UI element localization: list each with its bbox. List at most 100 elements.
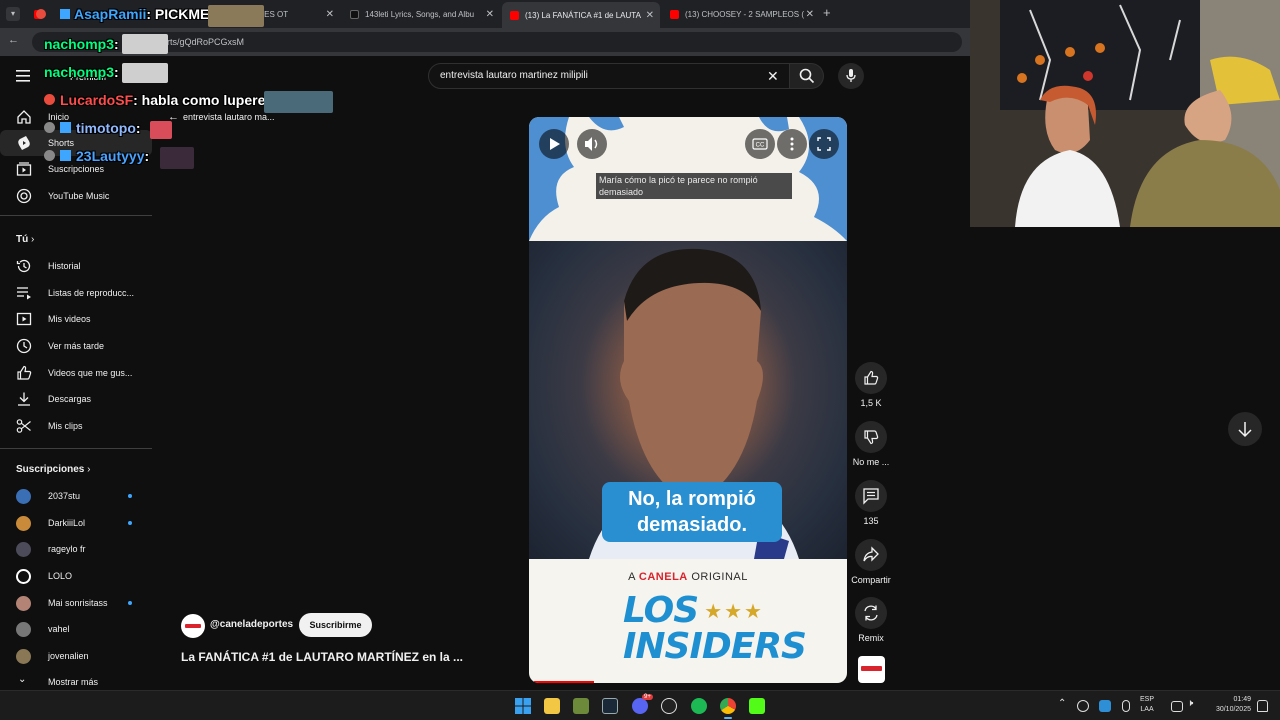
close-tab-icon[interactable]: ✕ bbox=[806, 9, 814, 20]
security-icon[interactable] bbox=[1099, 700, 1111, 712]
windows-taskbar: 9+ ⌃ ESP LAA 🕨 01:49 30/10/2025 bbox=[0, 690, 1280, 720]
watch-later-icon bbox=[16, 338, 32, 354]
like-button[interactable] bbox=[855, 362, 887, 394]
chat-message: timotopo: bbox=[76, 120, 141, 136]
back-to-search-link[interactable]: ← entrevista lautaro ma... bbox=[168, 111, 275, 123]
chat-emote bbox=[122, 34, 168, 54]
more-options-button[interactable] bbox=[777, 129, 807, 159]
sidebar-subscription[interactable]: vahel bbox=[0, 616, 152, 642]
fullscreen-button[interactable] bbox=[809, 129, 839, 159]
clock[interactable]: 01:49 30/10/2025 bbox=[1205, 695, 1251, 715]
sidebar-item-liked-videos[interactable]: Videos que me gus... bbox=[0, 360, 152, 386]
network-icon[interactable] bbox=[1171, 701, 1183, 712]
comments-button[interactable] bbox=[855, 480, 887, 512]
webcam-scene bbox=[970, 0, 1280, 227]
clear-search-icon[interactable]: ✕ bbox=[767, 68, 779, 85]
remix-button[interactable] bbox=[855, 597, 887, 629]
video-subtitle: María cómo la picó te parece no rompió d… bbox=[596, 173, 792, 199]
new-content-dot bbox=[128, 601, 132, 605]
notifications-icon[interactable] bbox=[1257, 700, 1268, 712]
notification-badge: 9+ bbox=[642, 694, 653, 700]
youtube-favicon-icon bbox=[510, 10, 519, 20]
sidebar-item-descargas[interactable]: Descargas bbox=[0, 386, 152, 412]
windows-start-icon[interactable] bbox=[515, 698, 531, 714]
next-short-button[interactable] bbox=[1228, 412, 1262, 446]
sidebar-item-mis-videos[interactable]: Mis videos bbox=[0, 306, 152, 332]
avatar bbox=[16, 595, 31, 611]
sidebar-subscription[interactable]: rageylo fr bbox=[0, 536, 152, 562]
chat-badge-icon bbox=[44, 150, 55, 161]
video-main-caption: No, la rompió demasiado. bbox=[602, 482, 782, 542]
steam-icon[interactable] bbox=[602, 698, 618, 714]
sidebar-divider bbox=[0, 448, 152, 449]
search-button[interactable] bbox=[790, 63, 824, 89]
sidebar-item-mis-clips[interactable]: Mis clips bbox=[0, 413, 152, 439]
sidebar-item-playlists[interactable]: Listas de reproducc... bbox=[0, 280, 152, 306]
volume-button[interactable] bbox=[577, 129, 607, 159]
shorts-video-player[interactable]: CC María cómo la picó te parece no rompi… bbox=[529, 117, 847, 683]
avatar bbox=[16, 515, 31, 531]
file-explorer-icon[interactable] bbox=[544, 698, 560, 714]
chevron-right-icon: › bbox=[31, 234, 35, 245]
chat-badge-icon bbox=[60, 9, 70, 19]
sync-icon[interactable] bbox=[1077, 700, 1089, 712]
close-tab-icon[interactable]: ✕ bbox=[326, 9, 334, 20]
obs-icon[interactable] bbox=[661, 698, 677, 714]
subscribe-button[interactable]: Suscribirme bbox=[299, 613, 372, 637]
microphone-tray-icon[interactable] bbox=[1122, 700, 1130, 712]
sidebar-subscription[interactable]: DarkiiiLol bbox=[0, 510, 152, 536]
dislike-button[interactable] bbox=[855, 421, 887, 453]
kick-icon[interactable] bbox=[749, 698, 765, 714]
thumbs-down-icon bbox=[864, 430, 879, 445]
spotify-icon[interactable] bbox=[691, 698, 707, 714]
url-input[interactable]: orts/gQdRoPCGxsM bbox=[32, 32, 962, 52]
thumbs-up-icon bbox=[864, 370, 879, 385]
volume-tray-icon[interactable]: 🕨 bbox=[1187, 698, 1193, 709]
minecraft-icon[interactable] bbox=[573, 698, 589, 714]
avatar bbox=[16, 541, 31, 557]
new-content-dot bbox=[128, 494, 132, 498]
short-title[interactable]: La FANÁTICA #1 de LAUTARO MARTÍNEZ en la… bbox=[181, 650, 521, 664]
sidebar-you-heading[interactable]: Tú › bbox=[16, 234, 34, 245]
chat-emote bbox=[208, 5, 264, 27]
back-arrow-icon[interactable]: ← bbox=[8, 34, 19, 46]
voice-search-button[interactable] bbox=[838, 63, 864, 89]
close-tab-icon[interactable]: ✕ bbox=[486, 9, 494, 20]
music-icon bbox=[16, 188, 32, 204]
sound-source-thumbnail[interactable] bbox=[858, 656, 885, 683]
search-input[interactable]: entrevista lautaro martinez milipili bbox=[428, 63, 790, 89]
channel-avatar[interactable] bbox=[181, 614, 205, 638]
sidebar-subscriptions-heading[interactable]: Suscripciones › bbox=[16, 464, 90, 475]
browser-tab-active[interactable]: (13) La FANÁTICA #1 de LAUTA ✕ bbox=[502, 2, 660, 28]
sidebar-subscription[interactable]: Mai sonrisitass bbox=[0, 590, 152, 616]
video-progress-bar[interactable] bbox=[534, 681, 594, 683]
arrow-down-icon bbox=[1238, 422, 1252, 438]
channel-name[interactable]: @caneladeportes bbox=[210, 619, 293, 630]
share-button[interactable] bbox=[855, 539, 887, 571]
sidebar-item-historial[interactable]: Historial bbox=[0, 253, 152, 279]
browser-tab[interactable]: (13) CHOOSEY - 2 SAMPLEOS ( ✕ bbox=[662, 4, 820, 24]
remix-label: Remix bbox=[858, 633, 884, 643]
sidebar-subscription[interactable]: jovenalien bbox=[0, 643, 152, 669]
sidebar-subscription[interactable]: 2037stu bbox=[0, 483, 152, 509]
subscriptions-icon bbox=[16, 162, 32, 176]
browser-tab[interactable]: 143leti Lyrics, Songs, and Albu ✕ bbox=[342, 4, 500, 24]
discord-icon[interactable] bbox=[632, 698, 648, 714]
play-button[interactable] bbox=[539, 129, 569, 159]
new-tab-button[interactable]: + bbox=[823, 5, 837, 21]
close-tab-icon[interactable]: ✕ bbox=[646, 10, 654, 21]
sidebar-item-youtube-music[interactable]: YouTube Music bbox=[0, 183, 152, 209]
chrome-icon[interactable] bbox=[720, 698, 736, 714]
tab-list-button[interactable]: ▾ bbox=[6, 7, 20, 21]
more-vertical-icon bbox=[790, 137, 794, 151]
hamburger-menu-icon[interactable] bbox=[16, 70, 30, 82]
captions-button[interactable]: CC bbox=[745, 129, 775, 159]
sidebar-item-ver-mas-tarde[interactable]: Ver más tarde bbox=[0, 333, 152, 359]
avatar bbox=[16, 648, 31, 664]
stars-icon: ★★★ bbox=[704, 599, 764, 623]
input-language-indicator[interactable]: ESP LAA bbox=[1140, 695, 1154, 715]
svg-text:CC: CC bbox=[756, 143, 765, 149]
sidebar-subscription[interactable]: LOLO bbox=[0, 563, 152, 589]
tray-chevron-up-icon[interactable]: ⌃ bbox=[1058, 698, 1066, 709]
chat-emote bbox=[150, 121, 172, 139]
